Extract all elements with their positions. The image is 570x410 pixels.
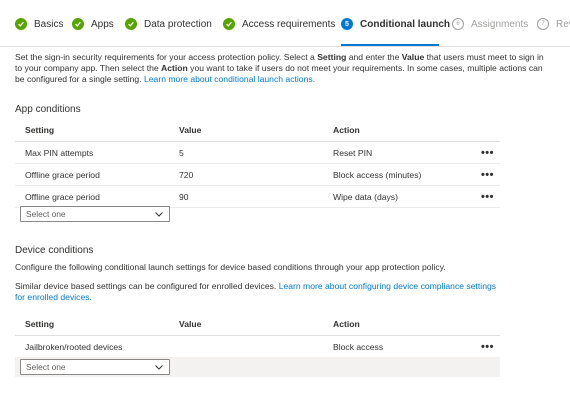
chevron-down-icon [155,212,163,217]
app-setting-select-row: Select one [15,204,500,224]
step-label: Rev [556,18,570,30]
device-conditions-title: Device conditions [15,245,94,256]
more-options-icon[interactable]: ••• [481,142,494,163]
checkmark-icon [72,18,84,30]
app-setting-select[interactable]: Select one [20,206,170,222]
column-header-setting: Setting [25,125,55,135]
current-step-indicator [341,44,439,46]
column-header-setting: Setting [25,319,55,329]
select-placeholder: Select one [26,209,66,219]
step-data-protection[interactable]: Data protection [125,17,212,31]
value-cell: 5 [179,147,184,158]
table-row[interactable]: Max PIN attempts 5 Reset PIN ••• [15,142,500,164]
select-placeholder: Select one [26,362,66,372]
table-row[interactable]: Jailbroken/rooted devices Block access •… [15,336,500,358]
action-cell: Reset PIN [333,147,373,158]
column-header-action: Action [333,125,360,135]
checkmark-icon [15,18,27,30]
value-cell: 720 [179,169,194,180]
step-label: Apps [91,18,114,30]
table-row[interactable]: Offline grace period 720 Block access (m… [15,164,500,186]
intro-text: Set the sign-in security requirements fo… [15,52,544,84]
step-assignments[interactable]: 6 Assignments [452,17,528,31]
step-conditional-launch[interactable]: 5 Conditional launch [341,17,450,31]
step-label: Data protection [144,18,212,30]
learn-more-link[interactable]: Learn more about conditional launch acti… [144,74,315,84]
step-number: 7 [537,18,549,30]
more-options-icon[interactable]: ••• [481,336,494,357]
table-header: Setting Value Action [15,119,500,142]
step-label: Assignments [471,18,529,30]
step-label: Access requirements [242,18,336,30]
column-header-value: Value [179,319,202,329]
step-label: Basics [34,18,64,30]
step-basics[interactable]: Basics [15,17,63,31]
step-number: 5 [341,18,353,30]
step-apps[interactable]: Apps [72,17,114,31]
setting-cell: Offline grace period [25,169,100,180]
action-cell: Block access (minutes) [333,169,422,180]
step-review[interactable]: 7 Rev [537,17,570,31]
wizard-steps: Basics Apps Data protection Access requi… [0,0,570,47]
column-header-value: Value [179,125,202,135]
device-setting-select[interactable]: Select one [20,359,170,375]
table-header: Setting Value Action [15,313,500,336]
app-conditions-table: Setting Value Action Max PIN attempts 5 … [15,119,500,208]
device-conditions-description: Configure the following conditional laun… [15,262,446,272]
checkmark-icon [125,18,137,30]
step-access-requirements[interactable]: Access requirements [223,17,335,31]
device-conditions-table: Setting Value Action Jailbroken/rooted d… [15,313,500,358]
setting-cell: Jailbroken/rooted devices [25,341,123,352]
more-options-icon[interactable]: ••• [481,164,494,185]
action-cell: Block access [333,341,384,352]
step-number: 6 [452,18,464,30]
device-setting-select-row: Select one [15,357,500,377]
column-header-action: Action [333,319,360,329]
step-label: Conditional launch [360,18,450,30]
chevron-down-icon [155,365,163,370]
checkmark-icon [223,18,235,30]
setting-cell: Max PIN attempts [25,147,94,158]
enrolled-devices-note: Similar device based settings can be con… [15,281,497,302]
app-conditions-title: App conditions [15,104,81,115]
